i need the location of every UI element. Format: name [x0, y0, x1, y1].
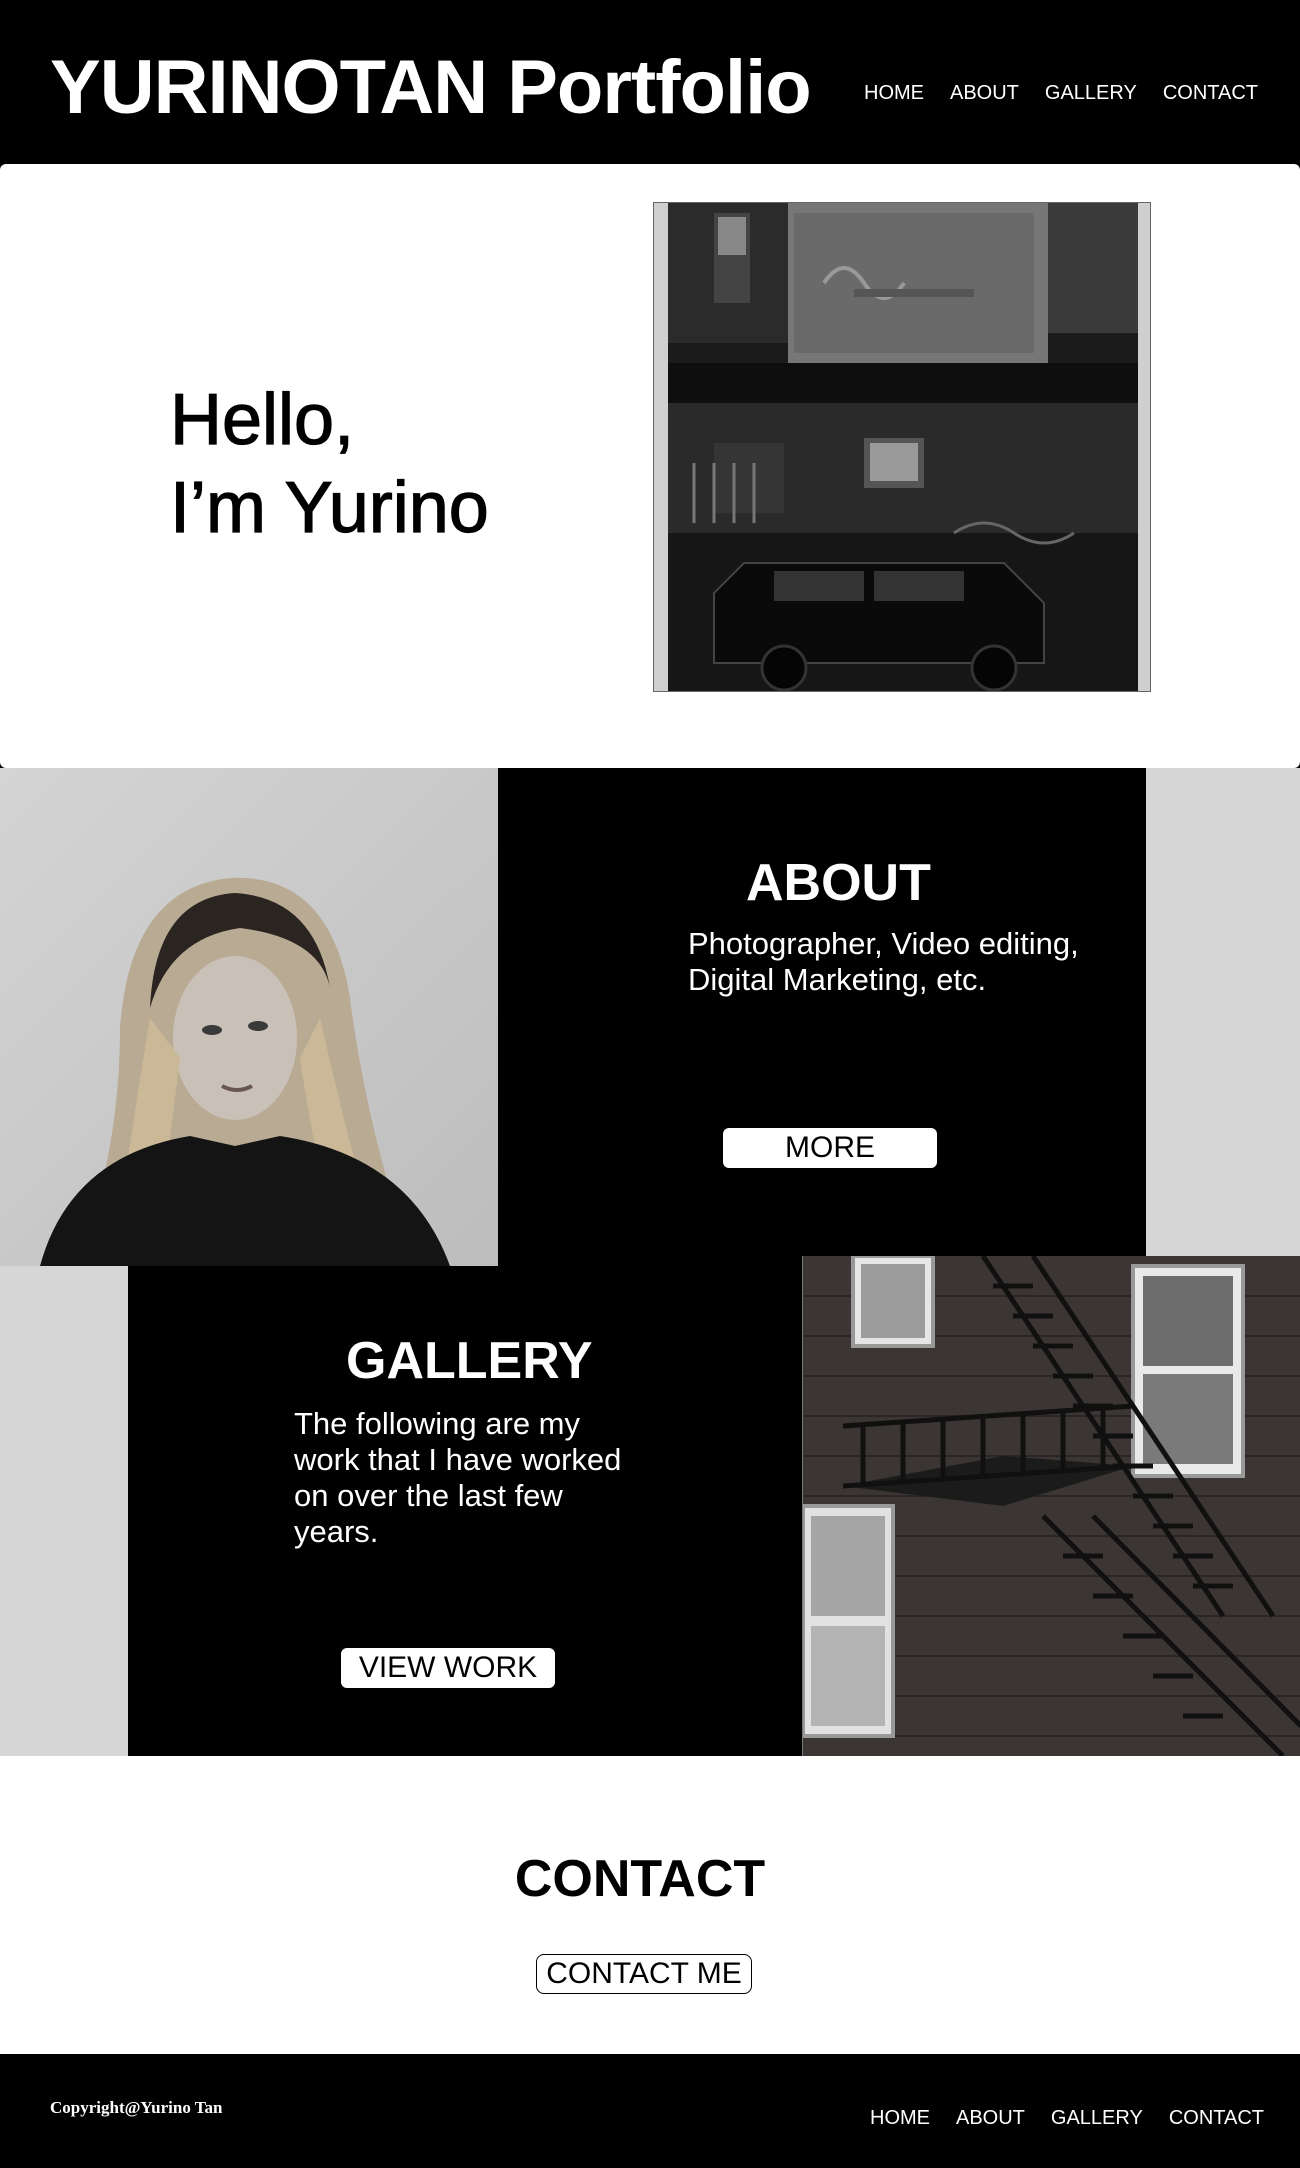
nav-about-link[interactable]: ABOUT: [950, 80, 1019, 106]
about-heading: ABOUT: [746, 854, 931, 912]
hero-section: Hello, I’m Yurino: [0, 164, 1300, 768]
nav-home-link[interactable]: HOME: [864, 80, 924, 106]
about-section: ABOUT Photographer, Video editing, Digit…: [498, 768, 1146, 1266]
contact-section: CONTACT CONTACT ME: [0, 1756, 1300, 2054]
gallery-section: GALLERY The following are my work that I…: [128, 1266, 803, 1756]
footer-contact-link[interactable]: CONTACT: [1169, 2106, 1264, 2130]
fire-escape-photo: [802, 1256, 1300, 1756]
copyright-text: Copyright@Yurino Tan: [50, 2098, 223, 2117]
footer-about-link[interactable]: ABOUT: [956, 2106, 1025, 2130]
more-button[interactable]: MORE: [723, 1128, 937, 1168]
contact-heading: CONTACT: [514, 1850, 766, 1908]
site-footer: Copyright@Yurino Tan HOME ABOUT GALLERY …: [0, 2054, 1300, 2168]
site-title[interactable]: YURINOTAN Portfolio: [50, 40, 812, 136]
nav-gallery-link[interactable]: GALLERY: [1045, 80, 1137, 106]
portrait-photo: [0, 768, 498, 1266]
view-work-button[interactable]: VIEW WORK: [341, 1648, 555, 1688]
site-header: YURINOTAN Portfolio HOME ABOUT GALLERY C…: [0, 0, 1300, 164]
footer-nav: HOME ABOUT GALLERY CONTACT: [870, 2106, 1264, 2130]
nav-contact-link[interactable]: CONTACT: [1163, 80, 1258, 106]
gallery-description: The following are my work that I have wo…: [294, 1406, 622, 1549]
contact-me-button[interactable]: CONTACT ME: [536, 1954, 752, 1994]
hero-street-photo: [653, 202, 1151, 692]
gallery-side-block: [0, 1266, 128, 1756]
footer-home-link[interactable]: HOME: [870, 2106, 930, 2130]
main-nav: HOME ABOUT GALLERY CONTACT: [864, 80, 1258, 106]
about-side-block: [1146, 768, 1300, 1258]
about-description: Photographer, Video editing, Digital Mar…: [688, 926, 1079, 997]
gallery-heading: GALLERY: [346, 1332, 593, 1390]
hero-greeting: Hello, I’m Yurino: [169, 379, 489, 548]
footer-gallery-link[interactable]: GALLERY: [1051, 2106, 1143, 2130]
